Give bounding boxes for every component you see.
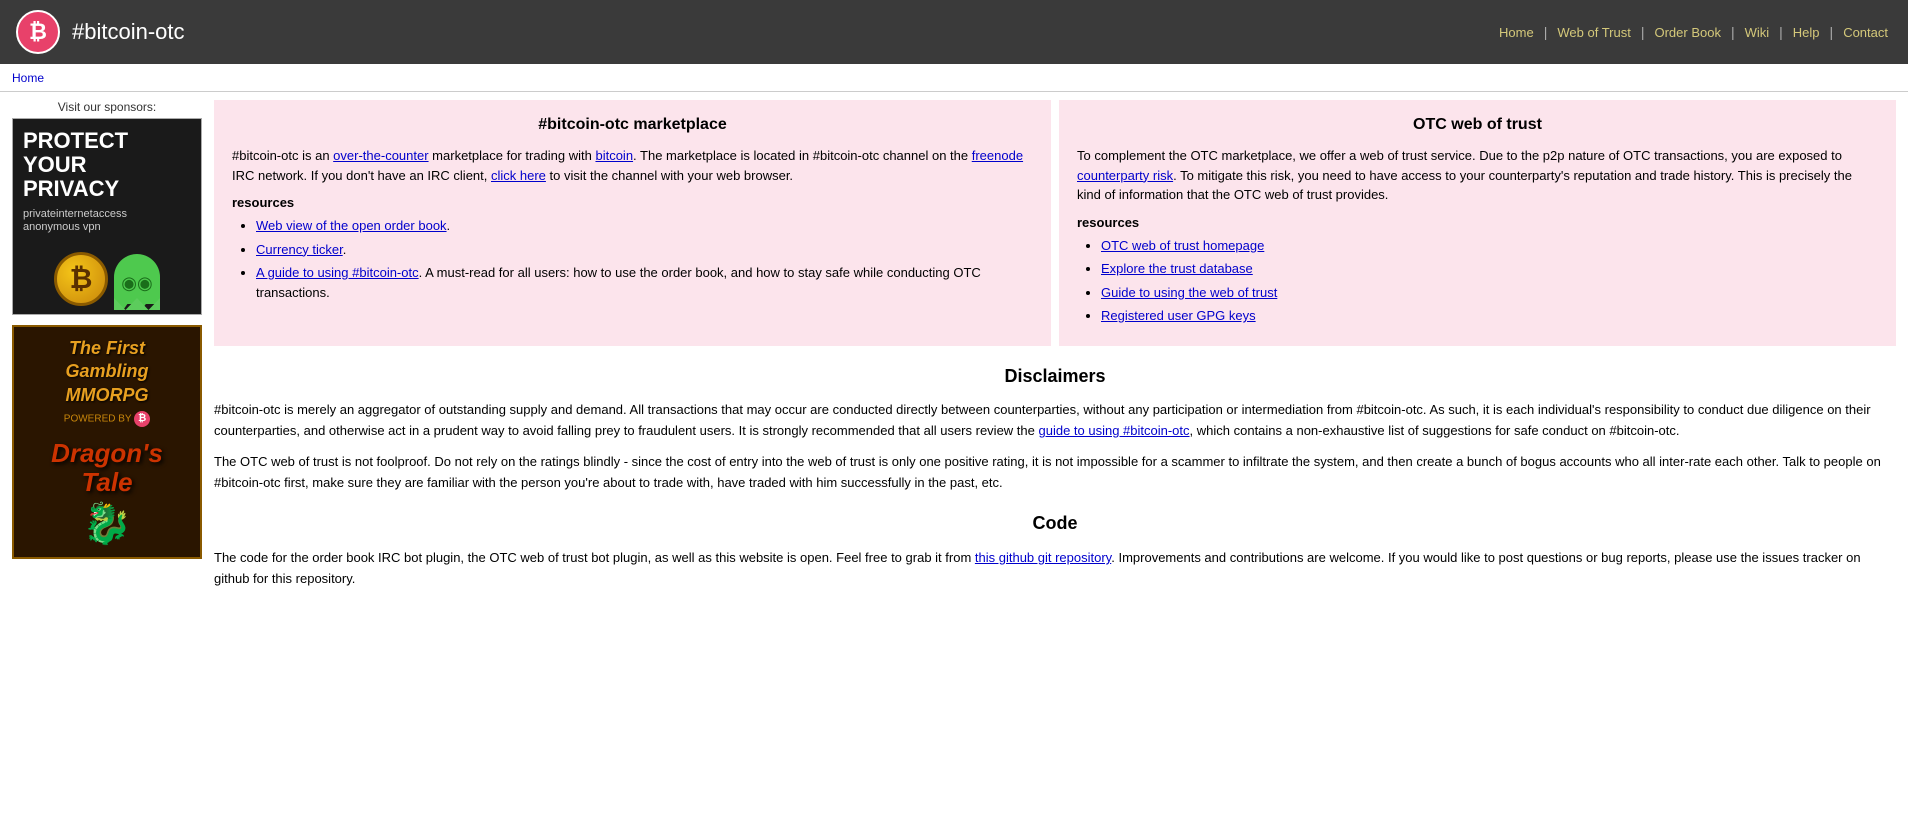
webtrust-resources-list: OTC web of trust homepage Explore the tr… <box>1077 236 1878 326</box>
main-content: #bitcoin-otc marketplace #bitcoin-otc is… <box>214 100 1896 600</box>
link-order-book[interactable]: Web view of the open order book <box>256 218 447 233</box>
marketplace-text-5: to visit the channel with your web brows… <box>546 168 793 183</box>
nav-home[interactable]: Home <box>1495 23 1538 42</box>
sponsor-1[interactable]: PROTECTYOURPRIVACY privateinternetaccess… <box>12 118 202 315</box>
bitcoin-small-icon: ₿ <box>134 411 150 427</box>
nav-sep-4: | <box>1777 24 1785 40</box>
link-github-repo[interactable]: this github git repository <box>975 550 1111 565</box>
sponsor-2-content: The FirstGamblingMMORPG POWERED BY ₿ Dra… <box>51 337 163 547</box>
link-guide-otc[interactable]: guide to using #bitcoin-otc <box>1038 423 1189 438</box>
sponsor-label: Visit our sponsors: <box>12 100 202 114</box>
link-clickhere[interactable]: click here <box>491 168 546 183</box>
link-bitcoin[interactable]: bitcoin <box>595 148 633 163</box>
nav-sep-5: | <box>1828 24 1836 40</box>
code-text-1: The code for the order book IRC bot plug… <box>214 550 975 565</box>
sponsor-2-dragon: Dragon'sTale <box>51 439 163 496</box>
code-para1: The code for the order book IRC bot plug… <box>214 548 1896 590</box>
breadcrumb: Home <box>0 64 1908 92</box>
ghost-bottom-icon <box>114 297 160 310</box>
dragon-icon: 🐉 <box>51 500 163 547</box>
link-guide[interactable]: A guide to using #bitcoin-otc <box>256 265 419 280</box>
list-item: Registered user GPG keys <box>1101 306 1878 326</box>
webtrust-body1: To complement the OTC marketplace, we of… <box>1077 146 1878 205</box>
list-item: Web view of the open order book. <box>256 216 1033 236</box>
ghost-face-icon: ◉◉ <box>121 273 152 294</box>
list-item: A guide to using #bitcoin-otc. A must-re… <box>256 263 1033 302</box>
list-item: Currency ticker. <box>256 240 1033 260</box>
marketplace-text-3: . The marketplace is located in #bitcoin… <box>633 148 972 163</box>
sponsor-2-logo-area: Dragon'sTale 🐉 <box>51 439 163 547</box>
webtrust-box: OTC web of trust To complement the OTC m… <box>1059 100 1896 346</box>
link-wot-guide[interactable]: Guide to using the web of trust <box>1101 285 1277 300</box>
code-title: Code <box>214 509 1896 538</box>
sponsor-1-sub: privateinternetaccess anonymous vpn <box>23 208 191 234</box>
nav-sep-2: | <box>1639 24 1647 40</box>
sections: Disclaimers #bitcoin-otc is merely an ag… <box>214 362 1896 590</box>
marketplace-resources-list: Web view of the open order book. Currenc… <box>232 216 1033 302</box>
header: ₿ #bitcoin-otc Home | Web of Trust | Ord… <box>0 0 1908 64</box>
list-item: OTC web of trust homepage <box>1101 236 1878 256</box>
list-item: Guide to using the web of trust <box>1101 283 1878 303</box>
marketplace-resources-label: resources <box>232 195 1033 210</box>
marketplace-body1: #bitcoin-otc is an over-the-counter mark… <box>232 146 1033 185</box>
marketplace-title: #bitcoin-otc marketplace <box>232 116 1033 134</box>
suffix-0: . <box>447 218 451 233</box>
webtrust-text-2: . To mitigate this risk, you need to hav… <box>1077 168 1852 203</box>
sponsor-1-sub2: anonymous vpn <box>23 221 101 233</box>
sponsor-2-title: The FirstGamblingMMORPG <box>51 337 163 407</box>
nav-sep-3: | <box>1729 24 1737 40</box>
sponsor-1-protect: PROTECTYOURPRIVACY <box>23 129 191 202</box>
page-layout: Visit our sponsors: PROTECTYOURPRIVACY p… <box>0 92 1908 608</box>
disclaimers-para1: #bitcoin-otc is merely an aggregator of … <box>214 400 1896 442</box>
list-item: Explore the trust database <box>1101 259 1878 279</box>
webtrust-text-1: To complement the OTC marketplace, we of… <box>1077 148 1842 163</box>
sponsor-2[interactable]: The FirstGamblingMMORPG POWERED BY ₿ Dra… <box>12 325 202 559</box>
marketplace-text-2: marketplace for trading with <box>429 148 596 163</box>
marketplace-box: #bitcoin-otc marketplace #bitcoin-otc is… <box>214 100 1051 346</box>
link-counterparty-risk[interactable]: counterparty risk <box>1077 168 1173 183</box>
site-title: #bitcoin-otc <box>72 19 185 45</box>
nav: Home | Web of Trust | Order Book | Wiki … <box>1495 23 1892 42</box>
nav-order-book[interactable]: Order Book <box>1650 23 1724 42</box>
nav-help[interactable]: Help <box>1789 23 1824 42</box>
webtrust-resources-label: resources <box>1077 215 1878 230</box>
header-left: ₿ #bitcoin-otc <box>16 10 185 54</box>
link-freenode[interactable]: freenode <box>972 148 1023 163</box>
link-currency-ticker[interactable]: Currency ticker <box>256 242 343 257</box>
nav-wiki[interactable]: Wiki <box>1741 23 1774 42</box>
nav-contact[interactable]: Contact <box>1839 23 1892 42</box>
bitcoin-logo-icon: ₿ <box>16 10 60 54</box>
link-over-the-counter[interactable]: over-the-counter <box>333 148 428 163</box>
nav-sep-1: | <box>1542 24 1550 40</box>
bitcoin-coin-icon: ₿ <box>54 252 108 306</box>
link-wot-homepage[interactable]: OTC web of trust homepage <box>1101 238 1264 253</box>
sponsor-1-icons: ₿ ◉◉ <box>13 244 201 314</box>
nav-web-of-trust[interactable]: Web of Trust <box>1553 23 1634 42</box>
marketplace-text-4: IRC network. If you don't have an IRC cl… <box>232 168 491 183</box>
webtrust-title: OTC web of trust <box>1077 116 1878 134</box>
sidebar: Visit our sponsors: PROTECTYOURPRIVACY p… <box>12 100 202 569</box>
sponsor-1-text: PROTECTYOURPRIVACY privateinternetaccess… <box>13 119 201 244</box>
marketplace-text-1: #bitcoin-otc is an <box>232 148 333 163</box>
disclaimers-text-2: , which contains a non-exhaustive list o… <box>1190 423 1680 438</box>
link-trust-database[interactable]: Explore the trust database <box>1101 261 1253 276</box>
disclaimers-para2: The OTC web of trust is not foolproof. D… <box>214 452 1896 494</box>
sponsor-1-sub1: privateinternetaccess <box>23 208 127 220</box>
disclaimers-title: Disclaimers <box>214 362 1896 391</box>
link-gpg-keys[interactable]: Registered user GPG keys <box>1101 308 1256 323</box>
sponsor-2-powered: POWERED BY ₿ <box>51 411 163 427</box>
breadcrumb-home-link[interactable]: Home <box>12 71 44 85</box>
ghost-icon: ◉◉ <box>114 254 160 304</box>
info-boxes: #bitcoin-otc marketplace #bitcoin-otc is… <box>214 100 1896 346</box>
suffix-1: . <box>343 242 347 257</box>
logo-symbol: ₿ <box>29 19 47 45</box>
